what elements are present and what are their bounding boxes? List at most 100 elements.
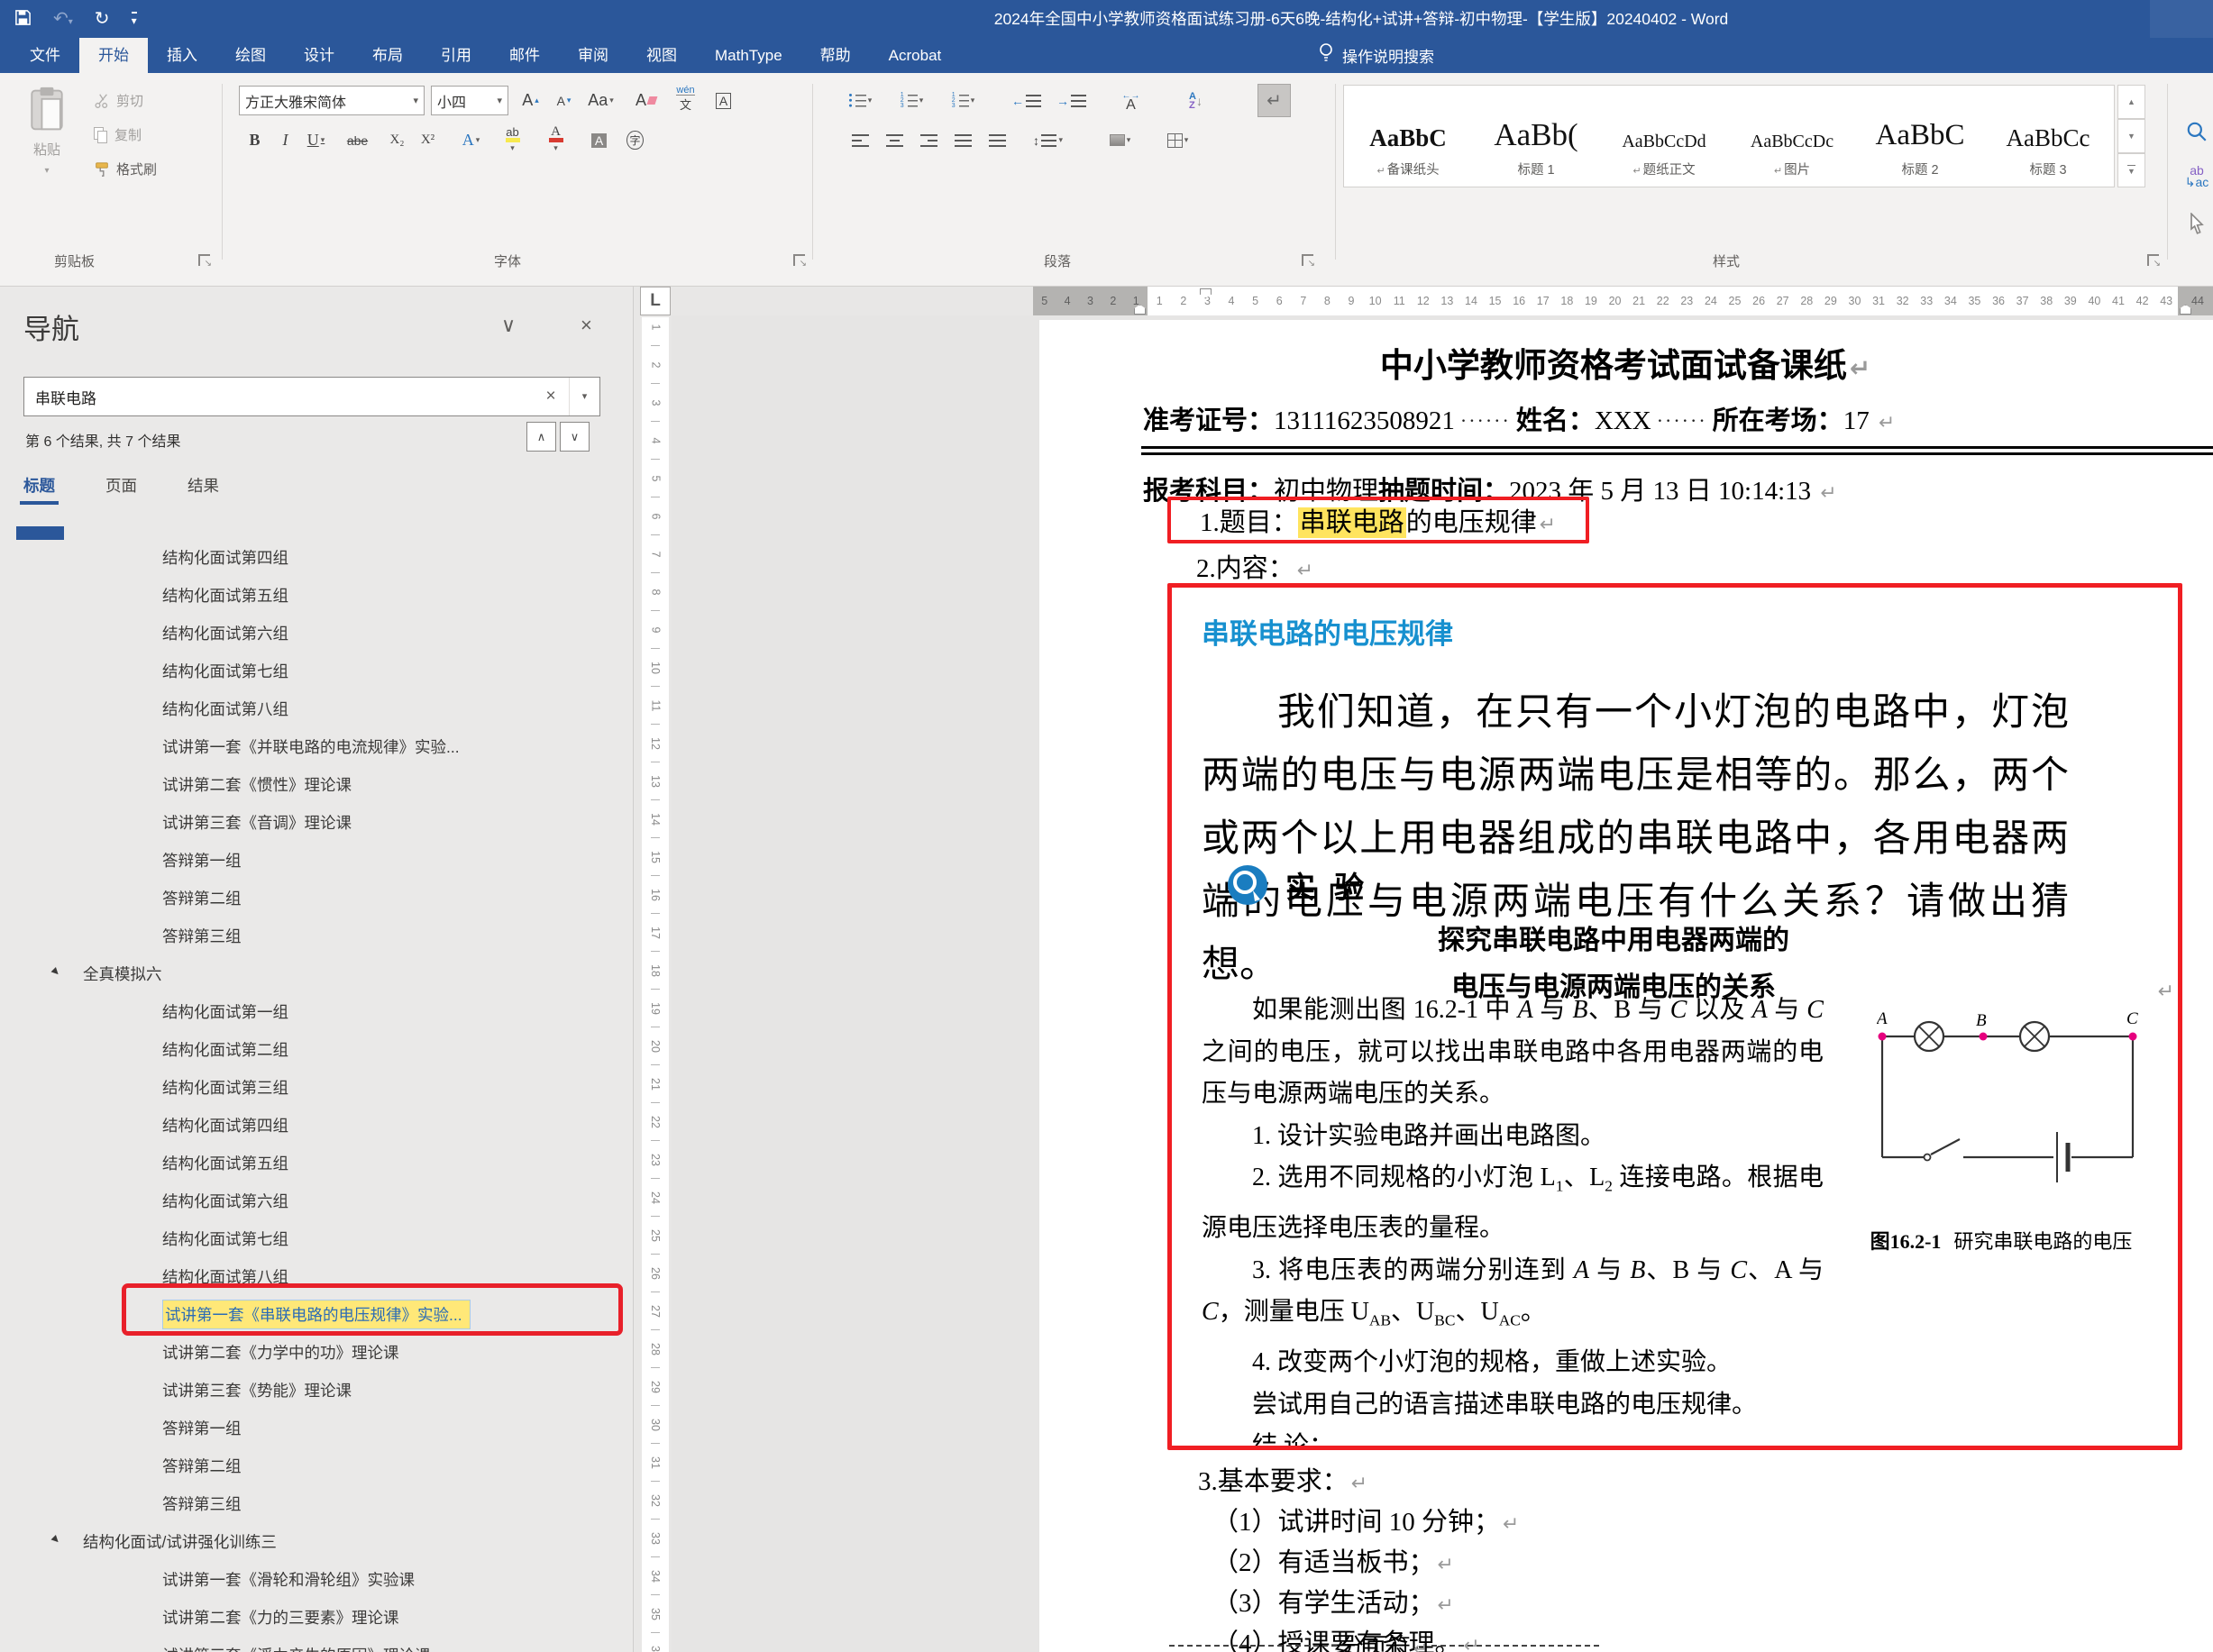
tab-帮助[interactable]: 帮助	[801, 38, 870, 73]
nav-item[interactable]: 结构化面试第三组	[0, 1068, 634, 1106]
nav-item[interactable]: ▶全真模拟六	[0, 954, 634, 992]
asian-layout-button[interactable]: ←→A	[1116, 86, 1146, 115]
cut-button[interactable]: 剪切	[94, 91, 143, 110]
nav-item[interactable]: 结构化面试第七组	[0, 1219, 634, 1257]
styles-scroll-down-button[interactable]: ▼	[2117, 119, 2145, 153]
bold-button[interactable]: B	[240, 125, 270, 155]
nav-item[interactable]: 答辩第三组	[0, 917, 634, 954]
nav-item[interactable]: 结构化面试第六组	[0, 1182, 634, 1219]
paste-dropdown-icon[interactable]: ▾	[44, 166, 49, 176]
navigation-pane-close-icon[interactable]: ×	[581, 314, 592, 337]
nav-item[interactable]: 结构化面试第二组	[0, 1030, 634, 1068]
tab-引用[interactable]: 引用	[422, 38, 490, 73]
nav-item[interactable]: 试讲第二套《力的三要素》理论课	[0, 1598, 634, 1636]
clear-search-icon[interactable]: ×	[533, 387, 569, 406]
save-icon[interactable]	[14, 9, 32, 30]
nav-item[interactable]: 答辩第一组	[0, 1409, 634, 1447]
chevron-down-icon[interactable]: ▾	[497, 95, 502, 106]
sort-button[interactable]: AZ ↓	[1181, 86, 1211, 115]
character-shading-button[interactable]: A	[584, 125, 614, 155]
font-color-button[interactable]: A▾	[541, 125, 571, 155]
borders-button[interactable]: ▾	[1163, 125, 1193, 155]
nav-item[interactable]: 试讲第三套《势能》理论课	[0, 1371, 634, 1409]
decrease-indent-button[interactable]: ←	[1011, 86, 1041, 115]
nav-tab-标题[interactable]: 标题	[23, 474, 55, 497]
nav-tab-页面[interactable]: 页面	[105, 474, 137, 497]
nav-item[interactable]: ▶结构化面试/试讲强化训练三	[0, 1522, 634, 1560]
format-painter-button[interactable]: 格式刷	[94, 160, 157, 178]
nav-item[interactable]: 试讲第二套《惯性》理论课	[0, 765, 634, 803]
multilevel-list-button[interactable]: ▾	[948, 86, 978, 115]
character-border-button[interactable]: A	[709, 86, 738, 115]
font-name-combo[interactable]: 方正大雅宋简体▾	[239, 86, 425, 115]
font-size-combo[interactable]: 小四▾	[431, 86, 508, 115]
tab-stop-selector[interactable]: L	[640, 287, 671, 315]
tab-Acrobat[interactable]: Acrobat	[870, 38, 961, 73]
strikethrough-button[interactable]: abe	[343, 125, 372, 155]
nav-item[interactable]: 答辩第一组	[0, 841, 634, 879]
tell-me-box[interactable]: 操作说明搜索	[1318, 38, 1434, 73]
vertical-ruler[interactable]: 1234567891011121314151617181920212223242…	[642, 317, 669, 1652]
line-spacing-button[interactable]: ↕▾	[1033, 125, 1063, 155]
navigation-search-box[interactable]: × ▾	[23, 377, 600, 416]
show-hide-marks-button[interactable]: ↵	[1257, 84, 1291, 117]
paste-button[interactable]: 粘贴 ▾	[13, 86, 81, 230]
nav-item[interactable]: 答辩第三组	[0, 1484, 634, 1522]
tab-绘图[interactable]: 绘图	[216, 38, 285, 73]
align-right-button[interactable]	[914, 125, 944, 155]
increase-indent-button[interactable]: →	[1056, 86, 1086, 115]
nav-item[interactable]: 试讲第一套《并联电路的电流规律》实验...	[0, 727, 634, 765]
nav-item[interactable]: 结构化面试第四组	[0, 1106, 634, 1144]
style-card-标题 2[interactable]: AaBbC标题 2	[1856, 86, 1984, 187]
numbering-button[interactable]: ▾	[897, 86, 927, 115]
text-highlight-button[interactable]: ab▾	[498, 125, 527, 155]
tab-文件[interactable]: 文件	[11, 38, 79, 73]
font-dialog-launcher[interactable]	[793, 254, 805, 266]
tab-插入[interactable]: 插入	[148, 38, 216, 73]
nav-item[interactable]: 结构化面试第五组	[0, 576, 634, 614]
nav-item[interactable]: 试讲第一套《滑轮和滑轮组》实验课	[0, 1560, 634, 1598]
change-case-button[interactable]: Aa▾	[586, 86, 616, 115]
tab-开始[interactable]: 开始	[79, 38, 148, 73]
subscript-button[interactable]: X₂	[382, 125, 412, 155]
navigation-pane-options-icon[interactable]: ∨	[501, 314, 516, 337]
nav-item[interactable]: 结构化面试第五组	[0, 1144, 634, 1182]
tab-设计[interactable]: 设计	[285, 38, 353, 73]
nav-item[interactable]: 结构化面试第六组	[0, 614, 634, 652]
copy-button[interactable]: 复制	[94, 125, 142, 144]
justify-button[interactable]	[948, 125, 978, 155]
style-card-标题 3[interactable]: AaBbCc标题 3	[1984, 86, 2112, 187]
phonetic-guide-button[interactable]: wén文	[671, 84, 700, 114]
underline-button[interactable]: U▾	[301, 125, 331, 155]
nav-item[interactable]: 试讲第三套《浮力产生的原因》理论课	[0, 1636, 634, 1652]
superscript-button[interactable]: X²	[413, 125, 443, 155]
shrink-font-button[interactable]: A▾	[549, 86, 579, 115]
paragraph-dialog-launcher[interactable]	[1302, 254, 1313, 266]
search-options-chevron-icon[interactable]: ▾	[569, 378, 599, 415]
tab-审阅[interactable]: 审阅	[559, 38, 627, 73]
tab-视图[interactable]: 视图	[627, 38, 696, 73]
nav-item[interactable]: 结构化面试第八组	[0, 689, 634, 727]
tab-布局[interactable]: 布局	[353, 38, 422, 73]
document-canvas[interactable]: 中小学教师资格考试面试备课纸 准考证号：13111623508921······…	[672, 315, 2213, 1652]
collapse-triangle-icon[interactable]: ▶	[50, 1534, 61, 1546]
styles-more-button[interactable]: ▼	[2117, 153, 2145, 187]
clear-formatting-button[interactable]: A	[631, 86, 661, 115]
enclose-characters-button[interactable]: 字	[620, 125, 650, 155]
next-result-button[interactable]: ∨	[560, 422, 590, 452]
shading-button[interactable]: ▾	[1105, 125, 1135, 155]
style-card-题纸正文[interactable]: AaBbCcDd↵题纸正文	[1600, 86, 1728, 187]
align-left-button[interactable]	[846, 125, 875, 155]
nav-item[interactable]: 结构化面试第一组	[0, 992, 634, 1030]
distribute-button[interactable]	[983, 125, 1012, 155]
nav-item[interactable]: 结构化面试第七组	[0, 652, 634, 689]
search-input[interactable]	[24, 388, 533, 406]
nav-item[interactable]: 结构化面试第四组	[0, 538, 634, 576]
nav-tab-结果[interactable]: 结果	[187, 474, 219, 497]
replace-button[interactable]: ab ↳ac	[2181, 161, 2212, 192]
chevron-down-icon[interactable]: ▾	[413, 95, 418, 106]
nav-item[interactable]: 答辩第二组	[0, 1447, 634, 1484]
select-button[interactable]	[2181, 208, 2212, 239]
style-card-标题 1[interactable]: AaBb(标题 1	[1472, 86, 1600, 187]
text-effects-button[interactable]: A▾	[456, 125, 486, 155]
